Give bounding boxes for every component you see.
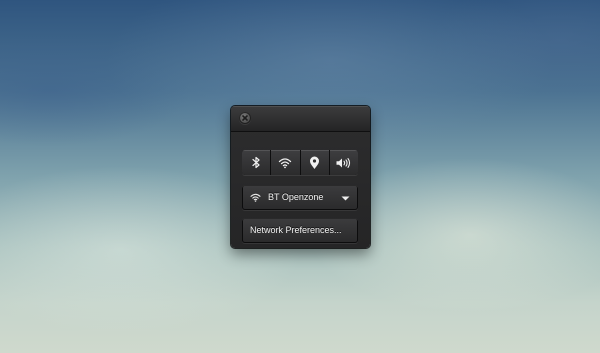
wifi-toggle-button[interactable] — [271, 150, 301, 175]
close-icon[interactable] — [239, 112, 251, 124]
location-toggle-button[interactable] — [300, 150, 330, 175]
bluetooth-toggle-button[interactable] — [242, 150, 272, 175]
selected-network-label: BT Openzone — [268, 192, 324, 202]
network-select-dropdown[interactable]: BT Openzone — [242, 185, 358, 210]
panel-titlebar — [231, 106, 370, 132]
wifi-signal-icon — [250, 193, 261, 202]
bluetooth-icon — [252, 156, 260, 169]
network-preferences-button[interactable]: Network Preferences... — [242, 218, 358, 243]
volume-toggle-button[interactable] — [329, 150, 358, 175]
quick-toggle-bar — [242, 150, 358, 175]
network-preferences-label: Network Preferences... — [250, 225, 342, 235]
panel-content: BT Openzone Network Preferences... — [231, 132, 370, 248]
location-pin-icon — [310, 156, 320, 169]
speaker-volume-icon — [336, 157, 351, 168]
wifi-icon — [279, 157, 292, 168]
chevron-down-icon — [341, 196, 350, 201]
network-popover-panel: BT Openzone Network Preferences... — [231, 106, 370, 248]
